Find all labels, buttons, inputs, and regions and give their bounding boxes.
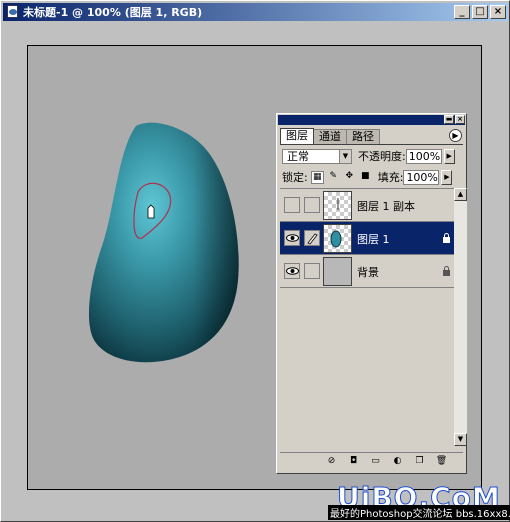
palette-title-bar[interactable]: ▬ × [278,115,465,125]
cursor-icon [147,204,155,219]
lock-transparency-icon[interactable]: ▦ [310,170,324,184]
eye-icon [286,234,299,242]
layer-name[interactable]: 图层 1 副本 [357,198,415,214]
lock-brush-icon[interactable]: ✎ [327,171,340,184]
canvas-area[interactable]: ▬ × 图层 通道 路径 ▶ 正常 ▼ 不透明度: 100% ▶ 锁定: ▦ ✎… [3,21,508,520]
tab-layers[interactable]: 图层 [280,128,314,144]
visibility-toggle[interactable] [284,230,300,246]
lock-label: 锁定: [282,171,308,184]
lock-move-icon[interactable]: ✥ [343,171,356,184]
layer-row[interactable]: 背景 [280,255,454,288]
layer-row[interactable]: 图层 1 副本 [280,189,454,222]
scroll-down-button[interactable]: ▼ [454,433,467,446]
mask-icon[interactable]: ◘ [347,455,360,468]
palette-tabs: 图层 通道 路径 ▶ [280,128,463,144]
layer-row[interactable]: 图层 1 [280,222,454,255]
opacity-label: 不透明度: [358,150,406,163]
palette-body: 正常 ▼ 不透明度: 100% ▶ 锁定: ▦ ✎ ✥ ■ 填充: 100% ▶ [280,144,467,470]
chevron-down-icon[interactable]: ▼ [339,149,351,163]
window-controls: _ □ × [454,5,506,19]
window-title: 未标题-1 @ 100% (图层 1, RGB) [23,6,203,19]
document-window: 未标题-1 @ 100% (图层 1, RGB) _ □ × ▬ × 图层 通道… [0,0,510,522]
layer-name[interactable]: 图层 1 [357,231,390,247]
maximize-button[interactable]: □ [472,5,488,19]
palette-close-button[interactable]: × [455,115,465,124]
close-button[interactable]: × [490,5,506,19]
tab-channels[interactable]: 通道 [313,129,347,144]
layer-thumbnail [323,224,352,253]
lock-icon [443,233,450,243]
layer-thumbnail [323,257,352,286]
palette-bottom-bar: ⊘ ◘ ▭ ◐ ❐ 🗑 [280,452,463,470]
layer-name[interactable]: 背景 [357,264,379,280]
blend-mode-select[interactable]: 正常 ▼ [282,148,352,164]
layers-list: 图层 1 副本 图层 1 背景 [280,188,454,446]
visibility-toggle[interactable] [284,197,300,213]
opacity-field[interactable]: 100% [405,148,442,164]
link-toggle[interactable] [304,197,320,213]
watermark-subtitle: 最好的Photoshop交流论坛 bbs.16xx8.com [328,505,510,520]
document-icon[interactable] [6,5,20,19]
eye-icon [286,267,299,275]
lock-row: 锁定: ▦ ✎ ✥ ■ 填充: 100% ▶ [282,169,461,185]
palette-minimize-button[interactable]: ▬ [444,115,454,124]
lock-all-icon[interactable]: ■ [359,171,372,184]
new-layer-icon[interactable]: ❐ [413,455,426,468]
new-set-icon[interactable]: ▭ [369,455,382,468]
fill-label: 填充: [377,171,404,184]
blend-mode-value: 正常 [287,150,309,163]
brush-icon[interactable] [304,230,320,246]
trash-icon[interactable]: 🗑 [435,455,448,468]
fill-field[interactable]: 100% [403,169,440,185]
palette-menu-icon[interactable]: ▶ [449,129,462,142]
layers-scrollbar[interactable]: ▲ ▼ [454,188,467,446]
blend-row: 正常 ▼ 不透明度: 100% ▶ [282,148,461,164]
scroll-up-button[interactable]: ▲ [454,188,467,201]
layer-style-icon[interactable]: ⊘ [325,455,338,468]
opacity-slider-button[interactable]: ▶ [443,148,455,164]
tab-paths[interactable]: 路径 [346,129,380,144]
fill-slider-button[interactable]: ▶ [441,169,453,185]
layer-thumbnail [323,191,352,220]
minimize-button[interactable]: _ [454,5,470,19]
link-toggle[interactable] [304,263,320,279]
adjustment-layer-icon[interactable]: ◐ [391,455,404,468]
lock-icon [443,266,450,276]
visibility-toggle[interactable] [284,263,300,279]
title-bar[interactable]: 未标题-1 @ 100% (图层 1, RGB) _ □ × [3,3,508,21]
layers-palette: ▬ × 图层 通道 路径 ▶ 正常 ▼ 不透明度: 100% ▶ 锁定: ▦ ✎… [276,113,467,474]
